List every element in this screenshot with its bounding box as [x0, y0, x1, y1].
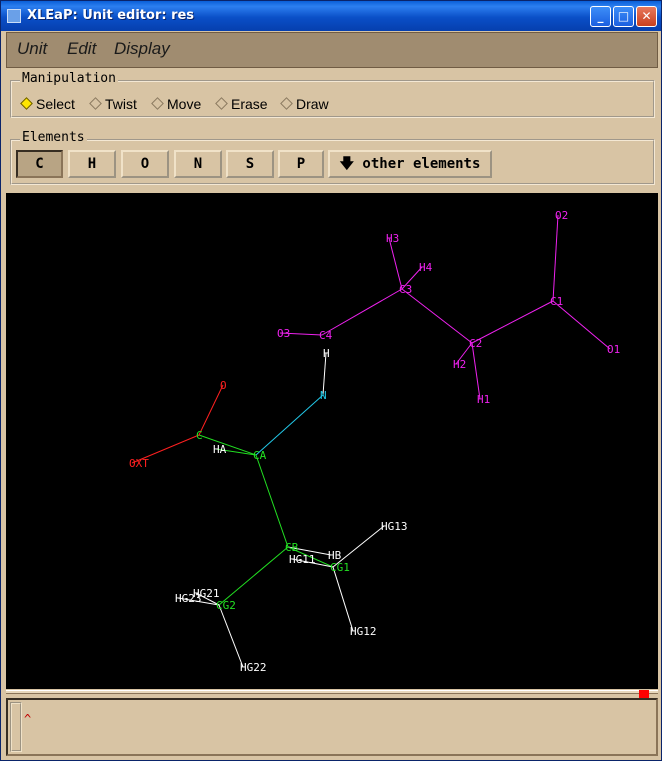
element-h-button[interactable]: H: [68, 150, 116, 178]
bond-line[interactable]: [255, 454, 289, 548]
arrow-down-icon: 🡇: [339, 156, 354, 172]
manipulation-group: Manipulation Select Twist Move Erase Dra…: [10, 71, 655, 118]
atom-label-oxt[interactable]: OXT: [129, 457, 149, 470]
bond-line[interactable]: [321, 288, 403, 336]
molecule-canvas[interactable]: O2 H3 H4 C3 C1 O3 C4 C2 O1 H2 H1 H N O C HA CA OXT HG13 CB H…: [6, 193, 658, 689]
mode-draw-radio[interactable]: Draw: [280, 96, 329, 112]
atom-label-c[interactable]: C: [196, 429, 203, 442]
atom-label-h3[interactable]: H3: [386, 232, 399, 245]
manipulation-title: Manipulation: [20, 71, 118, 86]
atom-label-cg1[interactable]: CG1: [330, 561, 350, 574]
atom-label-h1[interactable]: H1: [477, 393, 490, 406]
atom-label-n[interactable]: N: [320, 389, 327, 402]
element-s-button[interactable]: S: [226, 150, 274, 178]
menu-display[interactable]: Display: [114, 39, 170, 59]
atom-label-ca[interactable]: CA: [253, 449, 267, 462]
mode-move-radio[interactable]: Move: [151, 96, 202, 112]
elements-title: Elements: [20, 130, 87, 145]
mode-twist-radio[interactable]: Twist: [89, 96, 137, 112]
other-elements-button[interactable]: 🡇 other elements: [328, 150, 492, 178]
atom-label-ha[interactable]: HA: [213, 443, 227, 456]
title-bar[interactable]: XLEaP: Unit editor: res _ □ ✕: [1, 1, 661, 31]
element-c-button[interactable]: C: [16, 150, 63, 178]
mode-twist-label: Twist: [105, 96, 137, 112]
menu-bar: Unit Edit Display: [6, 32, 658, 68]
window-title: XLEaP: Unit editor: res: [27, 8, 195, 23]
unit-editor-window: XLEaP: Unit editor: res _ □ ✕ Unit Edit …: [0, 0, 662, 761]
bond-line[interactable]: [198, 384, 224, 436]
atom-label-c3[interactable]: C3: [399, 283, 412, 296]
bond-line[interactable]: [218, 604, 244, 668]
atom-label-hg22[interactable]: HG22: [240, 661, 267, 674]
bond-line[interactable]: [218, 546, 289, 606]
bond-line[interactable]: [198, 434, 257, 456]
atom-label-o2[interactable]: O2: [555, 209, 568, 222]
atom-label-cg2[interactable]: CG2: [216, 599, 236, 612]
maximize-button[interactable]: □: [613, 6, 634, 27]
minimize-button[interactable]: _: [590, 6, 611, 27]
atom-label-hg13[interactable]: HG13: [381, 520, 408, 533]
mode-erase-label: Erase: [231, 96, 268, 112]
molecule-drawing[interactable]: O2H3H4C3C1O3 C4C2 O1H2H1HNOCHA CAOXTHG13CBH…: [6, 193, 658, 689]
atom-label-h[interactable]: H: [323, 347, 330, 360]
atom-label-c4[interactable]: C4: [319, 329, 333, 342]
mode-erase-radio[interactable]: Erase: [215, 96, 268, 112]
bond-line[interactable]: [401, 288, 473, 344]
atom-label-c1[interactable]: C1: [550, 295, 563, 308]
output-pane[interactable]: ^: [6, 698, 658, 756]
elements-group: Elements C H O N S P 🡇 other elements: [10, 130, 655, 185]
bond-line[interactable]: [552, 300, 611, 350]
pane-separator[interactable]: [6, 690, 658, 694]
mode-draw-label: Draw: [296, 96, 329, 112]
bond-line[interactable]: [552, 214, 559, 302]
mode-select-label: Select: [36, 96, 75, 112]
radio-icon: [151, 97, 164, 110]
atom-label-hg11[interactable]: HG11: [289, 553, 316, 566]
output-prompt: ^: [24, 712, 32, 726]
radio-selected-icon: [20, 97, 33, 110]
element-o-button[interactable]: O: [121, 150, 169, 178]
atom-label-o3[interactable]: O3: [277, 327, 290, 340]
bond-line[interactable]: [332, 566, 354, 632]
output-scrollbar[interactable]: [10, 702, 22, 752]
app-icon: [7, 9, 21, 23]
element-p-button[interactable]: P: [278, 150, 324, 178]
bond-line[interactable]: [388, 237, 403, 290]
atom-label-h2[interactable]: H2: [453, 358, 466, 371]
atom-label-hg12[interactable]: HG12: [350, 625, 377, 638]
radio-icon: [89, 97, 102, 110]
atom-label-c2[interactable]: C2: [469, 337, 482, 350]
close-button[interactable]: ✕: [636, 6, 657, 27]
atom-label-h4[interactable]: H4: [419, 261, 433, 274]
mode-select-radio[interactable]: Select: [20, 96, 75, 112]
atom-label-o[interactable]: O: [220, 379, 227, 392]
atom-label-o1[interactable]: O1: [607, 343, 620, 356]
menu-edit[interactable]: Edit: [67, 39, 96, 59]
menu-unit[interactable]: Unit: [17, 39, 47, 59]
radio-icon: [215, 97, 228, 110]
bond-line[interactable]: [471, 342, 481, 400]
radio-icon: [280, 97, 293, 110]
mode-move-label: Move: [167, 96, 202, 112]
element-n-button[interactable]: N: [174, 150, 222, 178]
bond-line[interactable]: [255, 394, 324, 456]
other-elements-label: other elements: [362, 156, 481, 172]
atom-label-hg23[interactable]: HG23: [175, 592, 202, 605]
bond-line[interactable]: [471, 300, 554, 344]
